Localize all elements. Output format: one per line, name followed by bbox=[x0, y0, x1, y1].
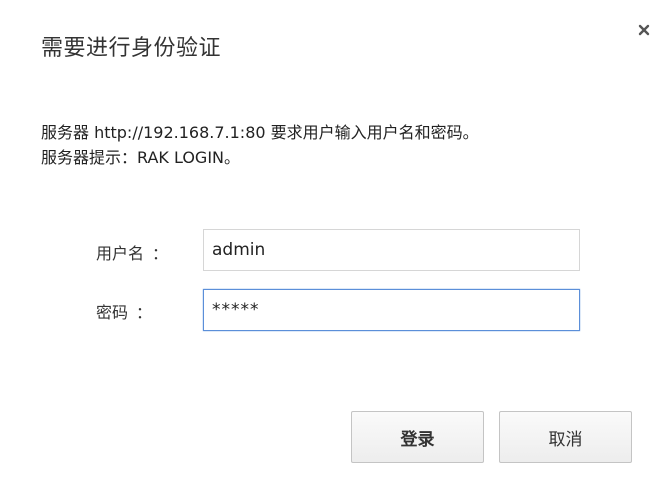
password-label-text: 密码 bbox=[96, 303, 129, 322]
close-button[interactable] bbox=[632, 18, 656, 42]
username-label-text: 用户名 bbox=[96, 244, 145, 263]
dialog-title: 需要进行身份验证 bbox=[41, 36, 222, 61]
password-label-sep: ： bbox=[136, 303, 153, 322]
password-label: 密码 ： bbox=[96, 299, 152, 323]
close-icon bbox=[638, 24, 650, 36]
auth-message-server: 服务器 http://192.168.7.1:80 要求用户输入用户名和密码。 bbox=[41, 123, 479, 142]
password-field[interactable] bbox=[203, 289, 580, 331]
cancel-button[interactable]: 取消 bbox=[499, 411, 632, 463]
auth-message: 服务器 http://192.168.7.1:80 要求用户输入用户名和密码。 … bbox=[41, 120, 479, 170]
login-button[interactable]: 登录 bbox=[351, 411, 484, 463]
auth-dialog: 需要进行身份验证 服务器 http://192.168.7.1:80 要求用户输… bbox=[0, 0, 659, 486]
username-field[interactable] bbox=[203, 229, 580, 271]
username-label: 用户名 ： bbox=[96, 240, 168, 264]
username-label-sep: ： bbox=[152, 244, 169, 263]
auth-message-hint: 服务器提示：RAK LOGIN。 bbox=[41, 148, 241, 167]
